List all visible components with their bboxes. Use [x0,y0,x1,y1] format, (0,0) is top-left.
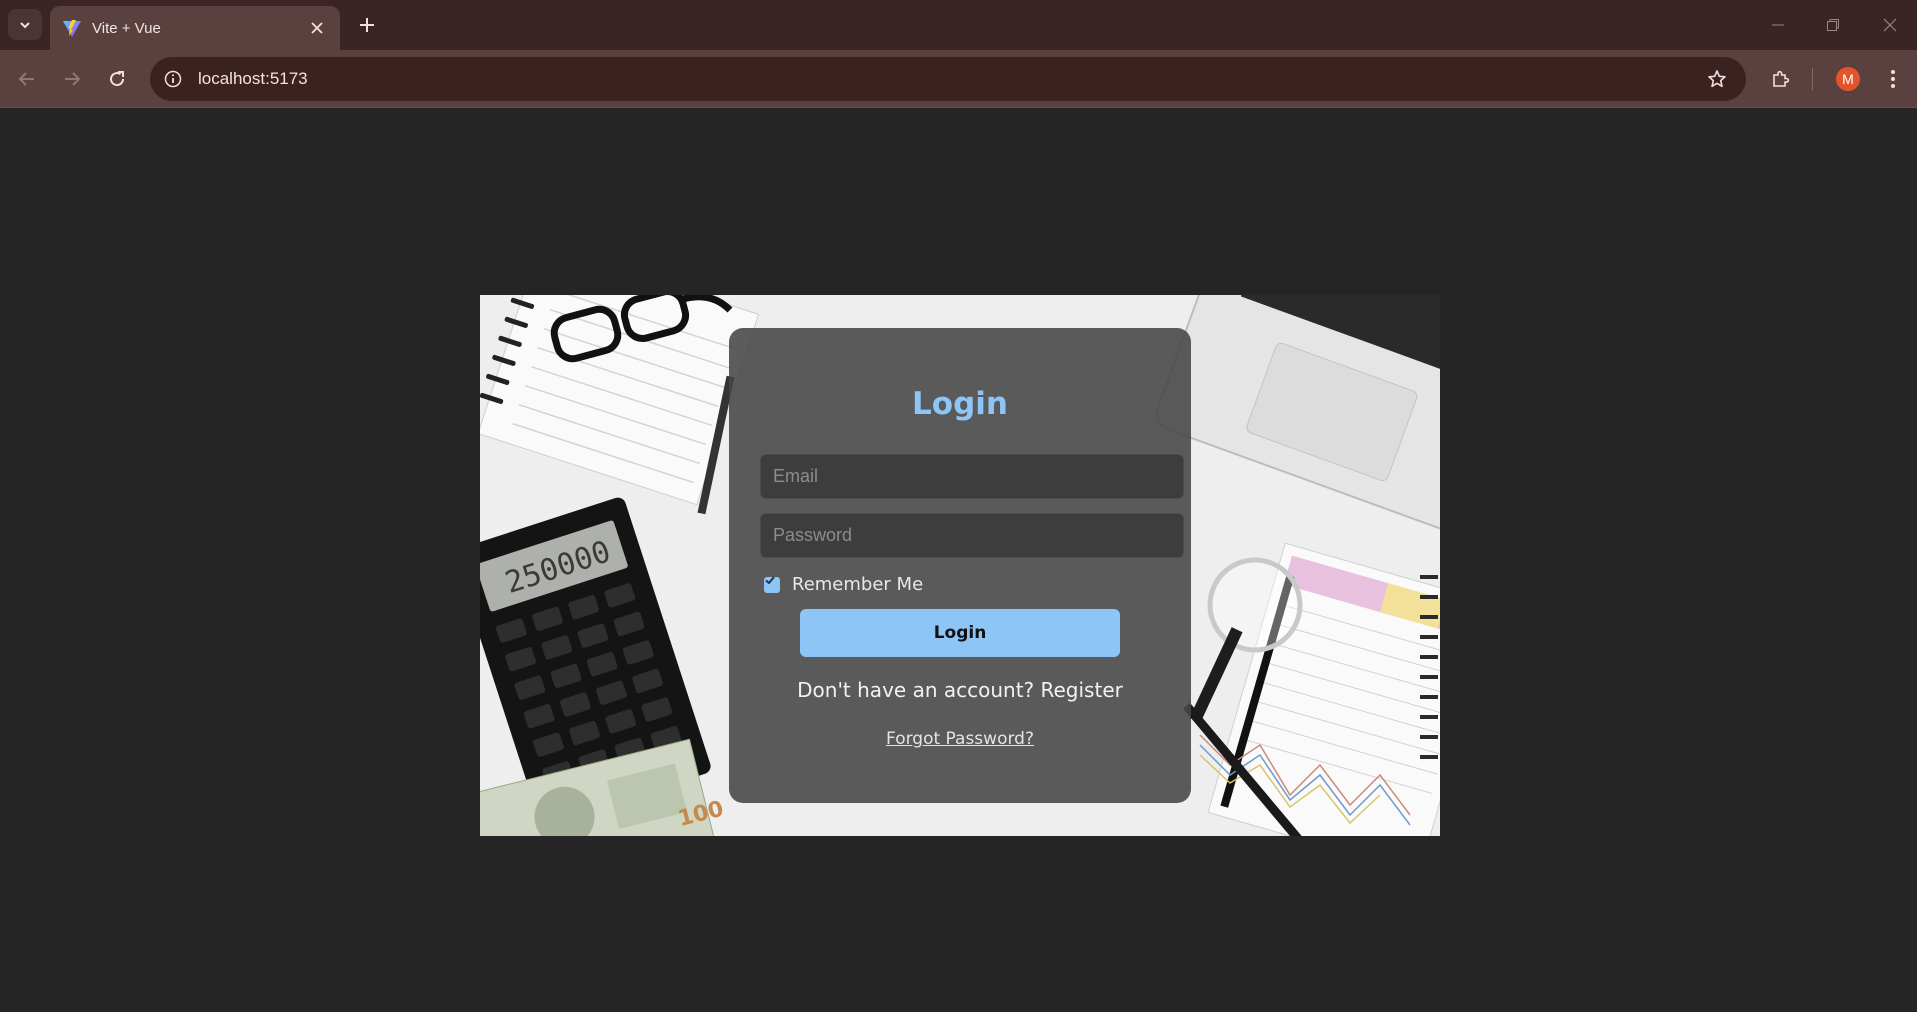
chevron-down-icon [20,21,30,28]
back-button[interactable] [10,62,44,96]
reload-button[interactable] [100,62,134,96]
login-button[interactable]: Login [800,609,1120,657]
login-hero: 250000 100 Login Email Remember Me Login… [480,295,1440,836]
restore-icon [1827,19,1839,31]
arrow-right-icon [65,72,81,86]
login-card: Login Remember Me Login Don't have an ac… [729,328,1191,803]
remember-me-row: Remember Me [764,574,923,595]
address-bar[interactable]: localhost:5173 [150,57,1746,101]
reload-icon [110,71,125,87]
browser-menu-button[interactable] [1876,62,1910,96]
register-link[interactable]: Don't have an account? Register [729,678,1191,702]
page-viewport: 250000 100 Login Email Remember Me Login… [0,109,1917,1012]
extensions-button[interactable] [1764,62,1798,96]
password-field[interactable] [760,513,1184,558]
tab-title: Vite + Vue [92,19,161,37]
bookmark-star-icon[interactable] [1700,62,1734,96]
browser-titlebar: Vite + Vue [0,0,1917,50]
forward-button[interactable] [55,62,89,96]
puzzle-icon [1773,70,1790,87]
restore-button[interactable] [1813,10,1853,40]
login-title: Login [912,386,1008,422]
remember-me-checkbox[interactable] [764,576,780,593]
tab-close-button[interactable] [306,17,328,39]
toolbar-separator [1812,68,1813,90]
kebab-menu-icon [1891,70,1895,88]
site-info-icon[interactable] [158,64,188,94]
forgot-password-link[interactable]: Forgot Password? [729,729,1191,749]
email-field[interactable] [760,454,1184,499]
vite-logo-icon [63,20,81,37]
tab-search-button[interactable] [8,9,42,40]
close-icon [311,22,323,34]
arrow-left-icon [18,72,34,86]
checkmark-icon [765,576,775,585]
remember-me-label: Remember Me [792,574,924,595]
url-text: localhost:5173 [198,69,308,88]
close-window-button[interactable] [1870,10,1910,40]
plus-icon [360,18,374,32]
minimize-button[interactable] [1758,10,1798,40]
browser-toolbar: localhost:5173 M [0,50,1917,108]
avatar: M [1836,67,1860,91]
profile-button[interactable]: M [1831,62,1865,96]
close-icon [1883,18,1897,32]
new-tab-button[interactable] [352,10,382,40]
minimize-icon [1772,24,1784,26]
browser-tab[interactable]: Vite + Vue [50,6,340,50]
